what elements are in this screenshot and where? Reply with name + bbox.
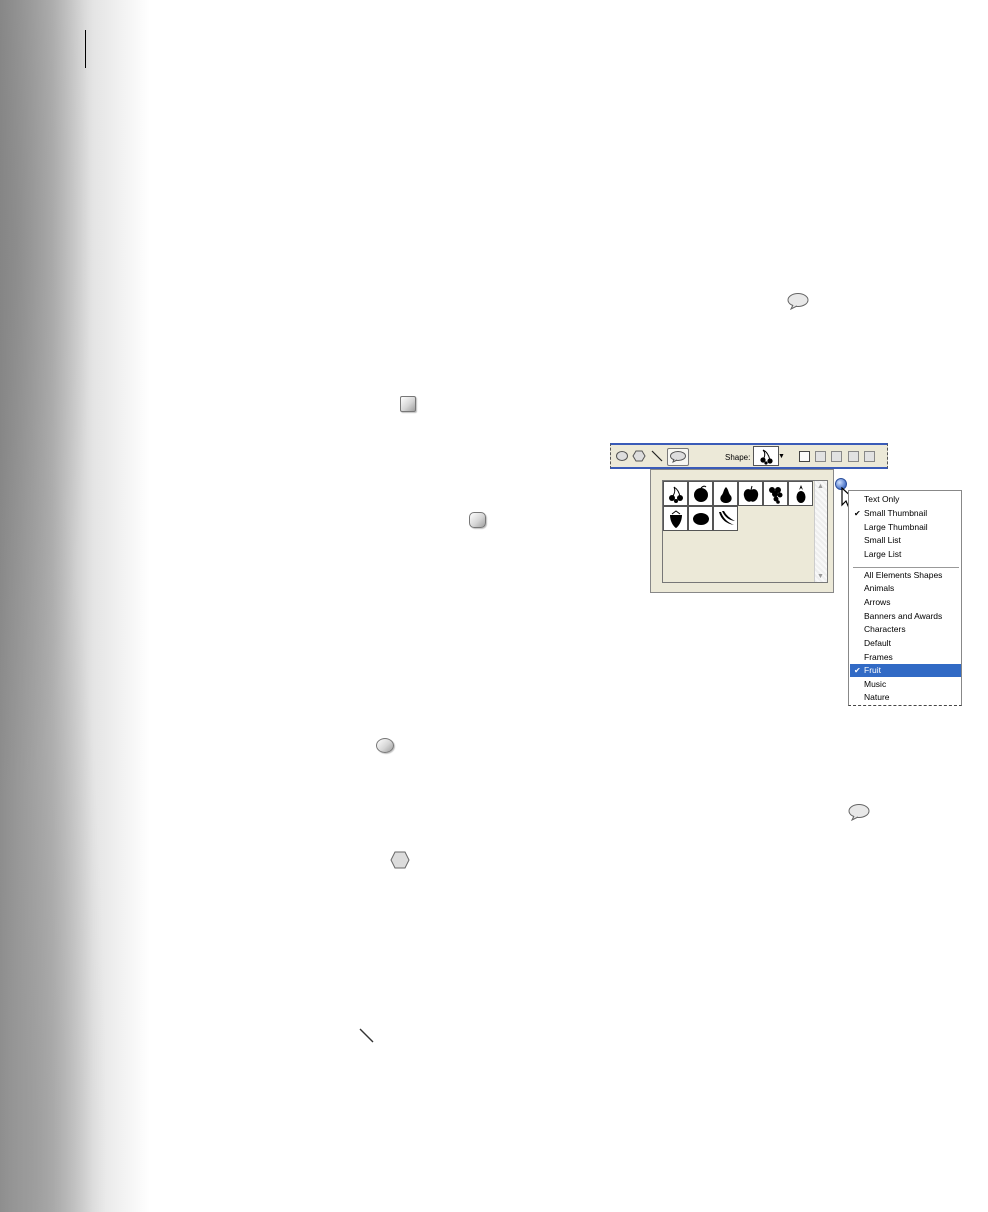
menu-item-animals[interactable]: Animals bbox=[850, 582, 961, 595]
decorative-page-edge bbox=[0, 0, 150, 1212]
line-tool-icon bbox=[359, 1028, 374, 1043]
shape-thumbnail-grid: ▲ ▼ bbox=[662, 480, 828, 583]
menu-item-large-thumbnail[interactable]: Large Thumbnail bbox=[850, 521, 961, 534]
cherries-icon bbox=[760, 449, 773, 465]
menu-item-fruit[interactable]: ✔ Fruit bbox=[850, 664, 961, 677]
shape-picker-panel: ▲ ▼ bbox=[650, 469, 834, 593]
shape-thumb-grapes[interactable] bbox=[763, 481, 788, 506]
rectangle-tool-icon bbox=[400, 396, 416, 412]
polygon-tool-icon[interactable] bbox=[632, 450, 646, 462]
menu-item-text-only[interactable]: Text Only bbox=[850, 493, 961, 506]
shape-label: Shape: bbox=[725, 453, 751, 462]
menu-item-frames[interactable]: Frames bbox=[850, 651, 961, 664]
menu-item-characters[interactable]: Characters bbox=[850, 623, 961, 636]
chevron-down-icon[interactable]: ▼ bbox=[778, 453, 785, 460]
speech-bubble-icon bbox=[848, 804, 870, 821]
page-margin-rule bbox=[85, 30, 86, 68]
rounded-rectangle-tool-icon bbox=[469, 512, 486, 528]
shape-thumb-orange[interactable] bbox=[688, 481, 713, 506]
ellipse-tool-icon[interactable] bbox=[615, 450, 629, 462]
exclude-overlapping-shape-areas-button[interactable] bbox=[864, 451, 875, 462]
line-tool-icon[interactable] bbox=[651, 450, 663, 462]
shape-thumb-apple[interactable] bbox=[738, 481, 763, 506]
shape-picker-button[interactable] bbox=[753, 446, 779, 466]
create-new-shape-layer-button[interactable] bbox=[799, 451, 810, 462]
intersect-shape-areas-button[interactable] bbox=[848, 451, 859, 462]
shape-thumb-lemon[interactable] bbox=[688, 506, 713, 531]
add-to-shape-area-button[interactable] bbox=[815, 451, 826, 462]
subtract-from-shape-area-button[interactable] bbox=[831, 451, 842, 462]
shape-thumb-strawberry[interactable] bbox=[663, 506, 688, 531]
picker-scrollbar[interactable]: ▲ ▼ bbox=[814, 481, 827, 582]
apple-icon bbox=[743, 485, 759, 502]
custom-shape-tool-icon[interactable] bbox=[667, 448, 689, 466]
bananas-icon bbox=[719, 511, 735, 525]
strawberry-icon bbox=[670, 510, 682, 528]
cherries-icon bbox=[669, 486, 683, 503]
polygon-tool-icon bbox=[390, 851, 410, 869]
pineapple-icon bbox=[796, 485, 806, 503]
checkmark-icon: ✔ bbox=[854, 666, 861, 675]
speech-bubble-icon bbox=[787, 293, 809, 310]
checkmark-icon: ✔ bbox=[854, 509, 861, 518]
menu-separator bbox=[853, 567, 959, 568]
ellipse-tool-icon bbox=[376, 738, 394, 753]
pear-icon bbox=[720, 487, 732, 503]
orange-icon bbox=[694, 485, 708, 502]
menu-item-all-elements-shapes[interactable]: All Elements Shapes bbox=[850, 569, 961, 582]
menu-item-banners-and-awards[interactable]: Banners and Awards bbox=[850, 610, 961, 623]
grapes-icon bbox=[769, 487, 783, 504]
menu-item-default[interactable]: Default bbox=[850, 637, 961, 650]
lemon-icon bbox=[693, 513, 709, 525]
shape-thumb-pear[interactable] bbox=[713, 481, 738, 506]
menu-item-small-list[interactable]: Small List bbox=[850, 534, 961, 547]
menu-item-music[interactable]: Music bbox=[850, 678, 961, 691]
menu-item-nature[interactable]: Nature bbox=[850, 691, 961, 704]
menu-item-small-thumbnail[interactable]: ✔ Small Thumbnail bbox=[850, 507, 961, 520]
menu-item-large-list[interactable]: Large List bbox=[850, 548, 961, 561]
shape-options-bar: Shape: ▼ bbox=[610, 443, 888, 469]
scroll-up-icon[interactable]: ▲ bbox=[817, 483, 824, 490]
shape-thumb-pineapple[interactable] bbox=[788, 481, 813, 506]
menu-item-arrows[interactable]: Arrows bbox=[850, 596, 961, 609]
shape-thumb-bananas[interactable] bbox=[713, 506, 738, 531]
shape-thumb-cherries[interactable] bbox=[663, 481, 688, 506]
scroll-down-icon[interactable]: ▼ bbox=[817, 573, 824, 580]
picker-popup-menu: Text Only ✔ Small Thumbnail Large Thumbn… bbox=[848, 490, 962, 706]
